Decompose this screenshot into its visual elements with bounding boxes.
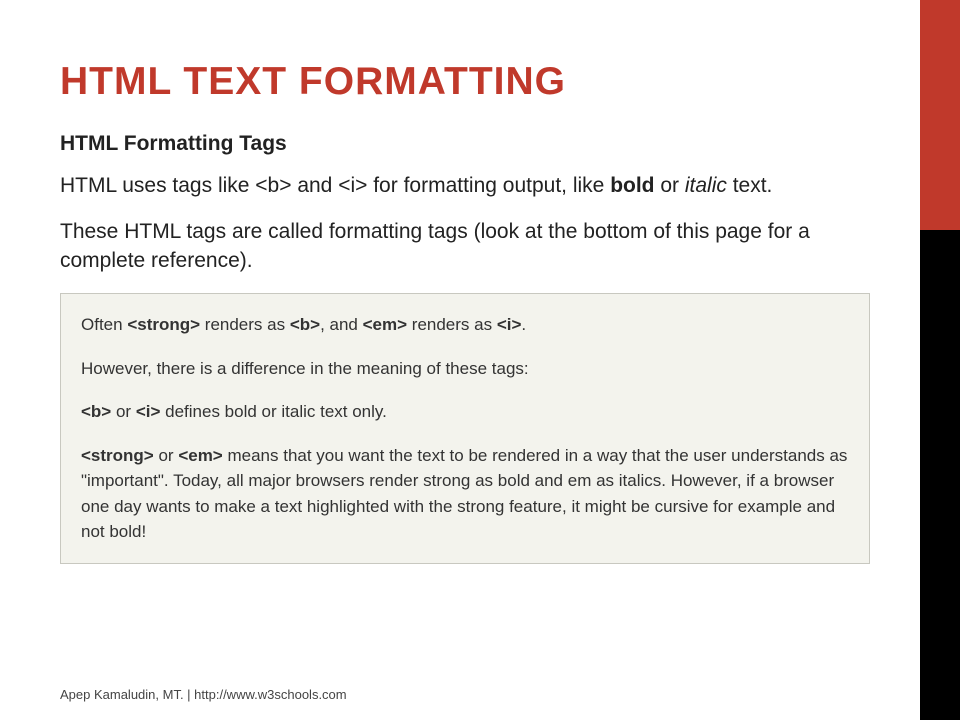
l1-b3: <em> xyxy=(363,315,407,334)
subheading: HTML Formatting Tags xyxy=(60,132,870,156)
info-box: Often <strong> renders as <b>, and <em> … xyxy=(60,293,870,564)
side-accent-strip xyxy=(920,0,960,720)
para1-bold: bold xyxy=(610,174,654,197)
l1-post: . xyxy=(521,315,526,334)
para1-pre: HTML uses tags like <b> and <i> for form… xyxy=(60,174,610,197)
slide-content: HTML TEXT FORMATTING HTML Formatting Tag… xyxy=(0,0,920,720)
footer-credit: Apep Kamaludin, MT. | http://www.w3schoo… xyxy=(60,687,347,702)
box-line-3: <b> or <i> defines bold or italic text o… xyxy=(81,399,849,425)
l4-mid: or xyxy=(154,446,179,465)
l1-mid3: renders as xyxy=(407,315,497,334)
l3-b1: <b> xyxy=(81,402,111,421)
l3-post: defines bold or italic text only. xyxy=(160,402,386,421)
paragraph-1: HTML uses tags like <b> and <i> for form… xyxy=(60,172,870,200)
box-line-1: Often <strong> renders as <b>, and <em> … xyxy=(81,312,849,338)
para1-italic: italic xyxy=(685,174,727,197)
l1-b1: <strong> xyxy=(127,315,200,334)
l4-b1: <strong> xyxy=(81,446,154,465)
box-line-2: However, there is a difference in the me… xyxy=(81,356,849,382)
para1-post: text. xyxy=(727,174,773,197)
l1-b2: <b> xyxy=(290,315,320,334)
l1-mid1: renders as xyxy=(200,315,290,334)
slide-title: HTML TEXT FORMATTING xyxy=(60,60,870,104)
l4-b2: <em> xyxy=(178,446,222,465)
l1-pre: Often xyxy=(81,315,127,334)
l3-mid: or xyxy=(111,402,136,421)
l1-mid2: , and xyxy=(320,315,363,334)
l1-b4: <i> xyxy=(497,315,522,334)
para1-mid: or xyxy=(655,174,685,197)
l3-b2: <i> xyxy=(136,402,161,421)
paragraph-2: These HTML tags are called formatting ta… xyxy=(60,218,870,275)
box-line-4: <strong> or <em> means that you want the… xyxy=(81,443,849,545)
